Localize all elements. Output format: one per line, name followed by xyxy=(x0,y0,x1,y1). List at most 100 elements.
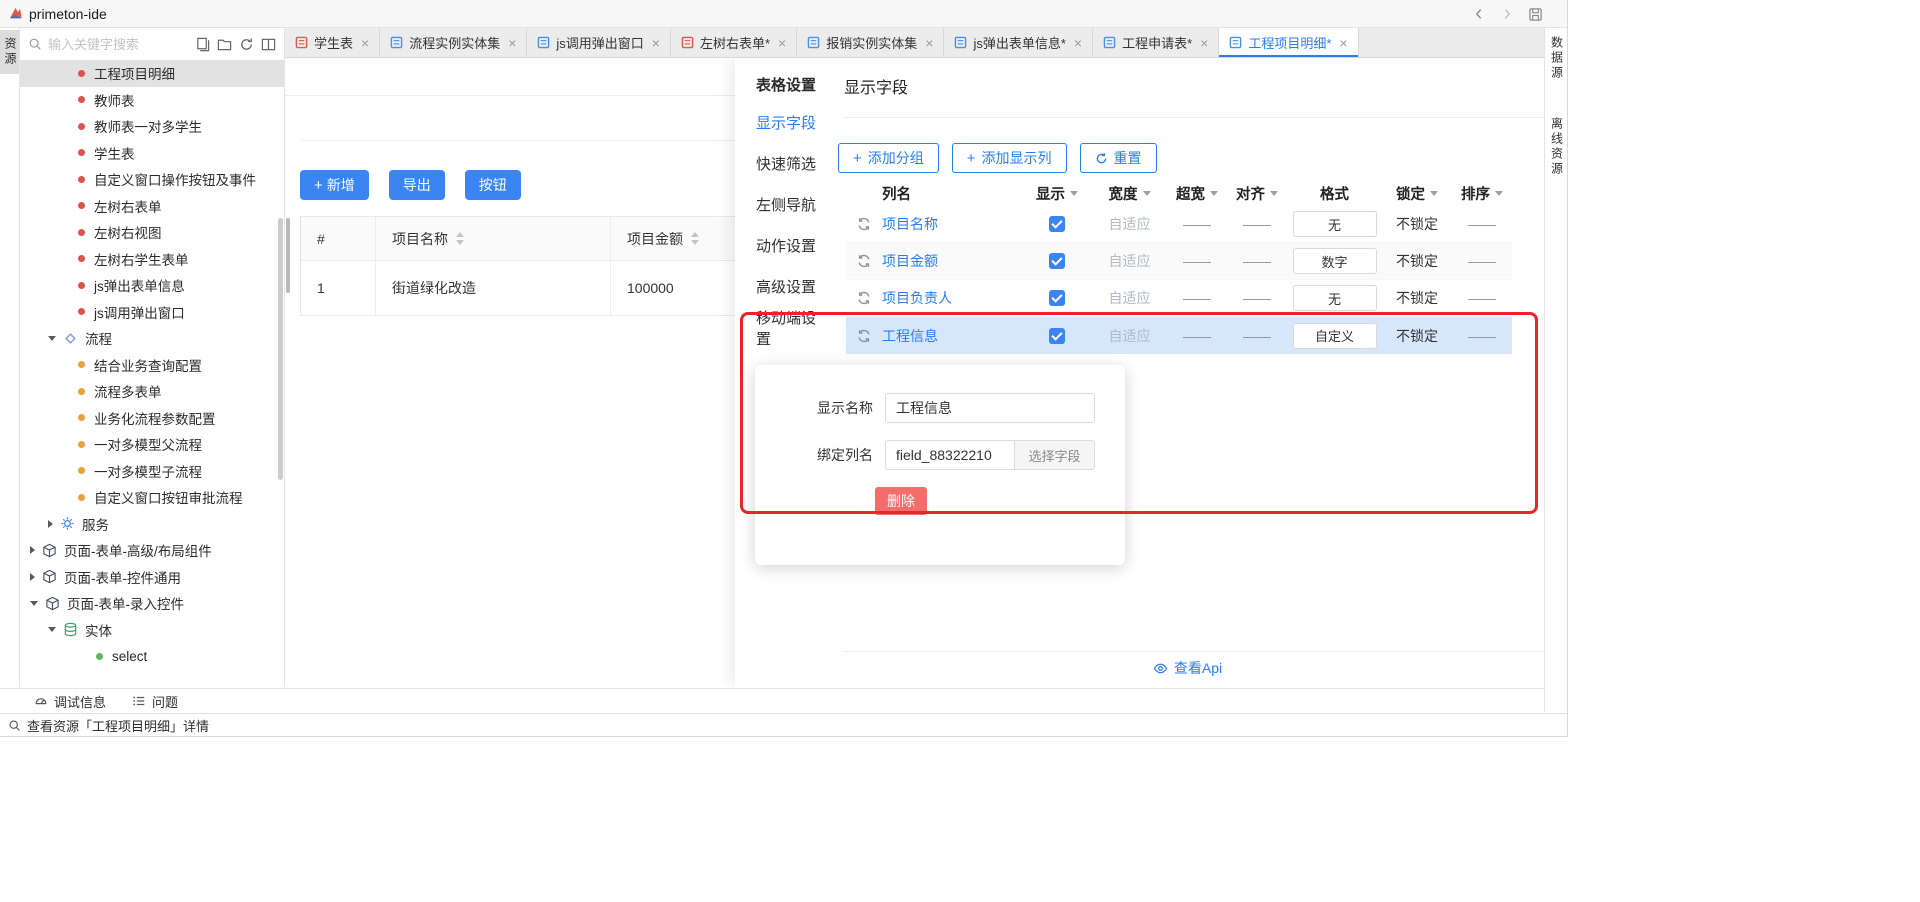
field-name-link[interactable]: 项目名称 xyxy=(882,216,938,232)
visible-checkbox[interactable] xyxy=(1049,253,1065,269)
menu-item-actions[interactable]: 动作设置 xyxy=(735,225,830,266)
display-name-input[interactable] xyxy=(885,393,1095,423)
editor-tab[interactable]: js调用弹出窗口× xyxy=(527,28,671,57)
folder-icon[interactable] xyxy=(217,37,232,52)
close-icon[interactable]: × xyxy=(778,35,786,51)
chevron-down-icon[interactable] xyxy=(30,601,38,606)
split-panel-icon[interactable] xyxy=(261,37,276,52)
debug-info-tab[interactable]: 调试信息 xyxy=(34,692,106,711)
sync-icon[interactable] xyxy=(856,253,872,269)
tree-node-entity[interactable]: 实体 xyxy=(20,617,284,644)
close-icon[interactable]: × xyxy=(1074,35,1082,51)
delete-button[interactable]: 删除 xyxy=(875,487,927,515)
format-button[interactable]: 自定义 xyxy=(1293,323,1377,349)
chevron-right-icon[interactable] xyxy=(48,520,53,528)
tree-item[interactable]: 左树右学生表单 xyxy=(20,246,284,273)
header-overwide-dropdown[interactable]: 超宽 xyxy=(1167,183,1227,204)
editor-tab[interactable]: 工程申请表*× xyxy=(1093,28,1219,57)
select-field-button[interactable]: 选择字段 xyxy=(1014,440,1095,470)
content-scrollbar[interactable] xyxy=(286,218,290,293)
tree-node-flow[interactable]: 流程 xyxy=(20,325,284,352)
tree-item[interactable]: 自定义窗口按钮审批流程 xyxy=(20,484,284,511)
editor-tab[interactable]: 左树右表单*× xyxy=(671,28,797,57)
field-name-link[interactable]: 项目金额 xyxy=(882,253,938,269)
header-width-dropdown[interactable]: 宽度 xyxy=(1092,183,1167,204)
tree-item[interactable]: 左树右视图 xyxy=(20,219,284,246)
field-name-link[interactable]: 工程信息 xyxy=(882,328,938,344)
close-icon[interactable]: × xyxy=(925,35,933,51)
sort-icons[interactable] xyxy=(691,232,699,245)
refresh-icon[interactable] xyxy=(239,37,254,52)
tree-item[interactable]: 业务化流程参数配置 xyxy=(20,405,284,432)
save-icon[interactable] xyxy=(1528,7,1543,22)
menu-item-display-fields[interactable]: 显示字段 xyxy=(735,102,830,143)
column-header-name[interactable]: 项目名称 xyxy=(376,217,611,260)
export-button[interactable]: 导出 xyxy=(389,170,445,200)
editor-tab-active[interactable]: 工程项目明细*× xyxy=(1219,28,1358,57)
field-name-link[interactable]: 项目负责人 xyxy=(882,290,952,306)
tree-item[interactable]: 结合业务查询配置 xyxy=(20,352,284,379)
close-icon[interactable]: × xyxy=(508,35,516,51)
add-group-button[interactable]: 添加分组 xyxy=(838,143,939,173)
view-api-link[interactable]: 查看Api xyxy=(1174,658,1222,678)
tree-node-page-controls[interactable]: 页面-表单-控件通用 xyxy=(20,564,284,591)
datasource-rail-tab[interactable]: 数据源 xyxy=(1547,36,1566,81)
chevron-down-icon[interactable] xyxy=(48,336,56,341)
tree-item[interactable]: 一对多模型父流程 xyxy=(20,431,284,458)
menu-item-quick-filter[interactable]: 快速筛选 xyxy=(735,143,830,184)
reset-button[interactable]: 重置 xyxy=(1080,143,1157,173)
tree-item[interactable]: 一对多模型子流程 xyxy=(20,458,284,485)
close-icon[interactable]: × xyxy=(1200,35,1208,51)
add-display-column-button[interactable]: 添加显示列 xyxy=(952,143,1067,173)
bind-column-input[interactable] xyxy=(885,440,1015,470)
editor-tab[interactable]: 流程实例实体集× xyxy=(380,28,527,57)
tree-item[interactable]: 左树右表单 xyxy=(20,193,284,220)
tree-item[interactable]: js调用弹出窗口 xyxy=(20,299,284,326)
chevron-down-icon[interactable] xyxy=(48,627,56,632)
custom-button[interactable]: 按钮 xyxy=(465,170,521,200)
format-button[interactable]: 无 xyxy=(1293,285,1377,311)
editor-tab[interactable]: 报销实例实体集× xyxy=(797,28,944,57)
close-icon[interactable]: × xyxy=(652,35,660,51)
offline-resources-rail-tab[interactable]: 离线资源 xyxy=(1547,117,1566,177)
copy-pages-icon[interactable] xyxy=(195,37,210,52)
header-sort-dropdown[interactable]: 排序 xyxy=(1452,183,1512,204)
sync-icon[interactable] xyxy=(856,216,872,232)
nav-back-icon[interactable] xyxy=(1472,7,1486,21)
tree-item[interactable]: 流程多表单 xyxy=(20,378,284,405)
close-icon[interactable]: × xyxy=(361,35,369,51)
close-icon[interactable]: × xyxy=(1339,35,1347,51)
header-align-dropdown[interactable]: 对齐 xyxy=(1227,183,1287,204)
tree-item[interactable]: 工程项目明细 xyxy=(20,60,284,87)
tree-node-services[interactable]: 服务 xyxy=(20,511,284,538)
tree-item[interactable]: 自定义窗口操作按钮及事件 xyxy=(20,166,284,193)
sort-icons[interactable] xyxy=(456,232,464,245)
menu-item-left-nav[interactable]: 左侧导航 xyxy=(735,184,830,225)
menu-item-advanced[interactable]: 高级设置 xyxy=(735,266,830,307)
add-button[interactable]: 新增 xyxy=(300,170,369,200)
sync-icon[interactable] xyxy=(856,328,872,344)
tree-item[interactable]: js弹出表单信息 xyxy=(20,272,284,299)
format-button[interactable]: 无 xyxy=(1293,211,1377,237)
tree-item[interactable]: 教师表一对多学生 xyxy=(20,113,284,140)
tree-node-page-input[interactable]: 页面-表单-录入控件 xyxy=(20,590,284,617)
header-lock-dropdown[interactable]: 锁定 xyxy=(1382,183,1452,204)
resources-rail-tab[interactable]: 资源 xyxy=(0,30,19,74)
problems-tab[interactable]: 问题 xyxy=(132,692,178,711)
menu-item-mobile[interactable]: 移动端设置 xyxy=(735,307,830,348)
chevron-right-icon[interactable] xyxy=(30,573,35,581)
editor-tab[interactable]: js弹出表单信息*× xyxy=(944,28,1093,57)
tree-item[interactable]: 学生表 xyxy=(20,140,284,167)
editor-tab[interactable]: 学生表× xyxy=(285,28,380,57)
search-input[interactable] xyxy=(48,37,189,52)
chevron-right-icon[interactable] xyxy=(30,546,35,554)
header-show-dropdown[interactable]: 显示 xyxy=(1022,183,1092,204)
visible-checkbox[interactable] xyxy=(1049,290,1065,306)
tree-node-page-advanced[interactable]: 页面-表单-高级/布局组件 xyxy=(20,537,284,564)
tree-item[interactable]: 教师表 xyxy=(20,87,284,114)
tree-item[interactable]: select xyxy=(20,643,284,670)
format-button[interactable]: 数字 xyxy=(1293,248,1377,274)
visible-checkbox[interactable] xyxy=(1049,216,1065,232)
nav-forward-icon[interactable] xyxy=(1500,7,1514,21)
visible-checkbox[interactable] xyxy=(1049,328,1065,344)
